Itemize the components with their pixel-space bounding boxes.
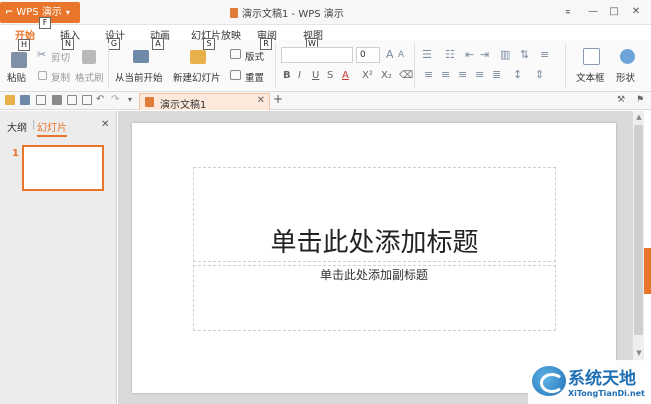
slide-thumbnail[interactable] — [22, 145, 104, 191]
close-tab-icon[interactable]: ✕ — [257, 95, 265, 106]
minimize-icon[interactable]: — — [584, 4, 602, 20]
watermark-title: 系统天地 — [568, 369, 636, 389]
export-icon[interactable] — [36, 95, 46, 105]
scroll-down-icon[interactable]: ▼ — [634, 349, 644, 359]
indent-decrease-icon[interactable]: ⇤ — [465, 48, 474, 61]
redo-icon[interactable]: ↷ — [111, 94, 119, 105]
bullets-icon[interactable]: ☰ — [422, 48, 432, 61]
textbox-button[interactable]: 文本框 — [576, 70, 605, 84]
paragraph-spacing-icon[interactable]: ⇕ — [535, 68, 544, 81]
watermark-url: XiTongTianDi.net — [568, 389, 645, 398]
layout-icon[interactable] — [230, 49, 241, 59]
document-tab-label: 演示文稿1 — [160, 100, 207, 111]
justify-icon[interactable]: ≡ — [475, 68, 484, 81]
undo-icon[interactable]: ↶ — [96, 94, 104, 105]
keytip-app-menu: F — [39, 17, 51, 29]
new-slide-icon[interactable] — [190, 50, 206, 64]
maximize-icon[interactable]: □ — [605, 4, 623, 20]
ribbon-collapse-icon[interactable]: ⌅ — [559, 4, 577, 20]
save-icon[interactable] — [20, 95, 30, 105]
divider — [275, 43, 276, 89]
subscript-icon[interactable]: X₂ — [381, 70, 392, 81]
new-slide-button[interactable]: 新建幻灯片 — [173, 70, 221, 84]
title-placeholder-text: 单击此处添加标题 — [270, 228, 479, 258]
cut-button[interactable]: 剪切 — [51, 50, 70, 64]
keytip-design: G — [108, 38, 120, 50]
font-shrink-icon[interactable]: A — [398, 50, 404, 60]
font-grow-icon[interactable]: A — [386, 48, 394, 61]
open-icon[interactable] — [5, 95, 15, 105]
divider — [565, 43, 566, 89]
presentation-file-icon — [230, 8, 238, 18]
presentation-file-icon — [145, 97, 154, 107]
italic-icon[interactable]: I — [298, 70, 301, 81]
shape-button[interactable]: 形状 — [616, 70, 635, 84]
font-size-select[interactable]: 0 — [356, 47, 380, 63]
slide-number: 1 — [12, 148, 19, 159]
keytip-animation: A — [152, 38, 164, 50]
superscript-icon[interactable]: X² — [362, 70, 373, 81]
tab-outline[interactable]: 大纲 — [7, 119, 27, 134]
numbering-icon[interactable]: ☷ — [445, 48, 455, 61]
paste-icon[interactable] — [11, 52, 27, 68]
font-name-select[interactable] — [281, 47, 353, 63]
align-left-icon[interactable]: ≡ — [424, 68, 433, 81]
text-direction-icon[interactable]: ⇅ — [520, 48, 529, 61]
subtitle-placeholder-text: 单击此处添加副标题 — [319, 268, 428, 282]
task-pane-handle[interactable] — [644, 248, 651, 294]
vertical-scrollbar[interactable]: ▲ ▼ — [632, 111, 644, 361]
align-center-icon[interactable]: ≡ — [441, 68, 450, 81]
shape-icon[interactable] — [620, 49, 635, 64]
new-tab-icon[interactable]: + — [273, 92, 283, 106]
bold-icon[interactable]: B — [283, 70, 291, 81]
cut-icon[interactable]: ✂ — [37, 48, 46, 61]
scroll-up-icon[interactable]: ▲ — [634, 113, 644, 123]
strikethrough-icon[interactable]: S — [327, 70, 333, 81]
textbox-icon[interactable] — [583, 48, 600, 65]
document-tab[interactable]: 演示文稿1 ✕ — [139, 93, 270, 111]
indent-increase-icon[interactable]: ⇥ — [480, 48, 489, 61]
from-current-button[interactable]: 从当前开始 — [115, 70, 163, 84]
window-title-text: 演示文稿1 - WPS 演示 — [242, 9, 344, 20]
copy-icon[interactable] — [38, 71, 47, 80]
divider — [414, 43, 415, 89]
reset-button[interactable]: 重置 — [245, 70, 264, 84]
keytip-insert: N — [62, 38, 74, 50]
paste-button[interactable]: 粘贴 — [7, 70, 26, 84]
tools-icon[interactable]: ⚒ — [617, 95, 625, 105]
divider — [108, 43, 109, 89]
reset-icon[interactable] — [230, 70, 241, 80]
preview-icon[interactable] — [67, 95, 77, 105]
tab-slides[interactable]: 幻灯片 — [37, 119, 67, 137]
help-icon[interactable]: ⚑ — [636, 95, 644, 105]
format-painter-button[interactable]: 格式刷 — [75, 70, 104, 84]
font-color-icon[interactable]: A — [342, 70, 349, 81]
chevron-down-icon: ▾ — [65, 8, 70, 17]
customize-quick-access-icon[interactable]: ▾ — [128, 95, 132, 104]
layout-button[interactable]: 版式 — [245, 49, 264, 63]
clear-format-icon[interactable]: ⌫ — [399, 70, 413, 81]
align-right-icon[interactable]: ≡ — [458, 68, 467, 81]
watermark-logo-icon — [532, 366, 566, 396]
close-icon[interactable]: ✕ — [627, 4, 645, 20]
tab-divider: | — [32, 119, 36, 130]
columns-icon[interactable]: ▥ — [500, 48, 510, 61]
format-painter-icon[interactable] — [82, 50, 96, 64]
window-title: 演示文稿1 - WPS 演示 — [230, 5, 344, 20]
distribute-icon[interactable]: ≣ — [492, 68, 501, 81]
wps-logo-icon: ⌐ — [5, 7, 14, 18]
keytip-home: H — [18, 39, 30, 51]
close-pane-icon[interactable]: ✕ — [101, 119, 109, 130]
copy-button[interactable]: 复制 — [51, 70, 70, 84]
underline-icon[interactable]: U — [312, 70, 319, 81]
play-from-current-icon[interactable] — [133, 50, 149, 63]
line-spacing-icon[interactable]: ↕ — [513, 68, 522, 81]
print-icon[interactable] — [52, 95, 62, 105]
scrollbar-thumb[interactable] — [634, 125, 643, 335]
align-text-icon[interactable]: ≡ — [540, 48, 549, 61]
spellcheck-icon[interactable] — [82, 95, 92, 105]
keytip-slideshow: S — [203, 38, 215, 50]
